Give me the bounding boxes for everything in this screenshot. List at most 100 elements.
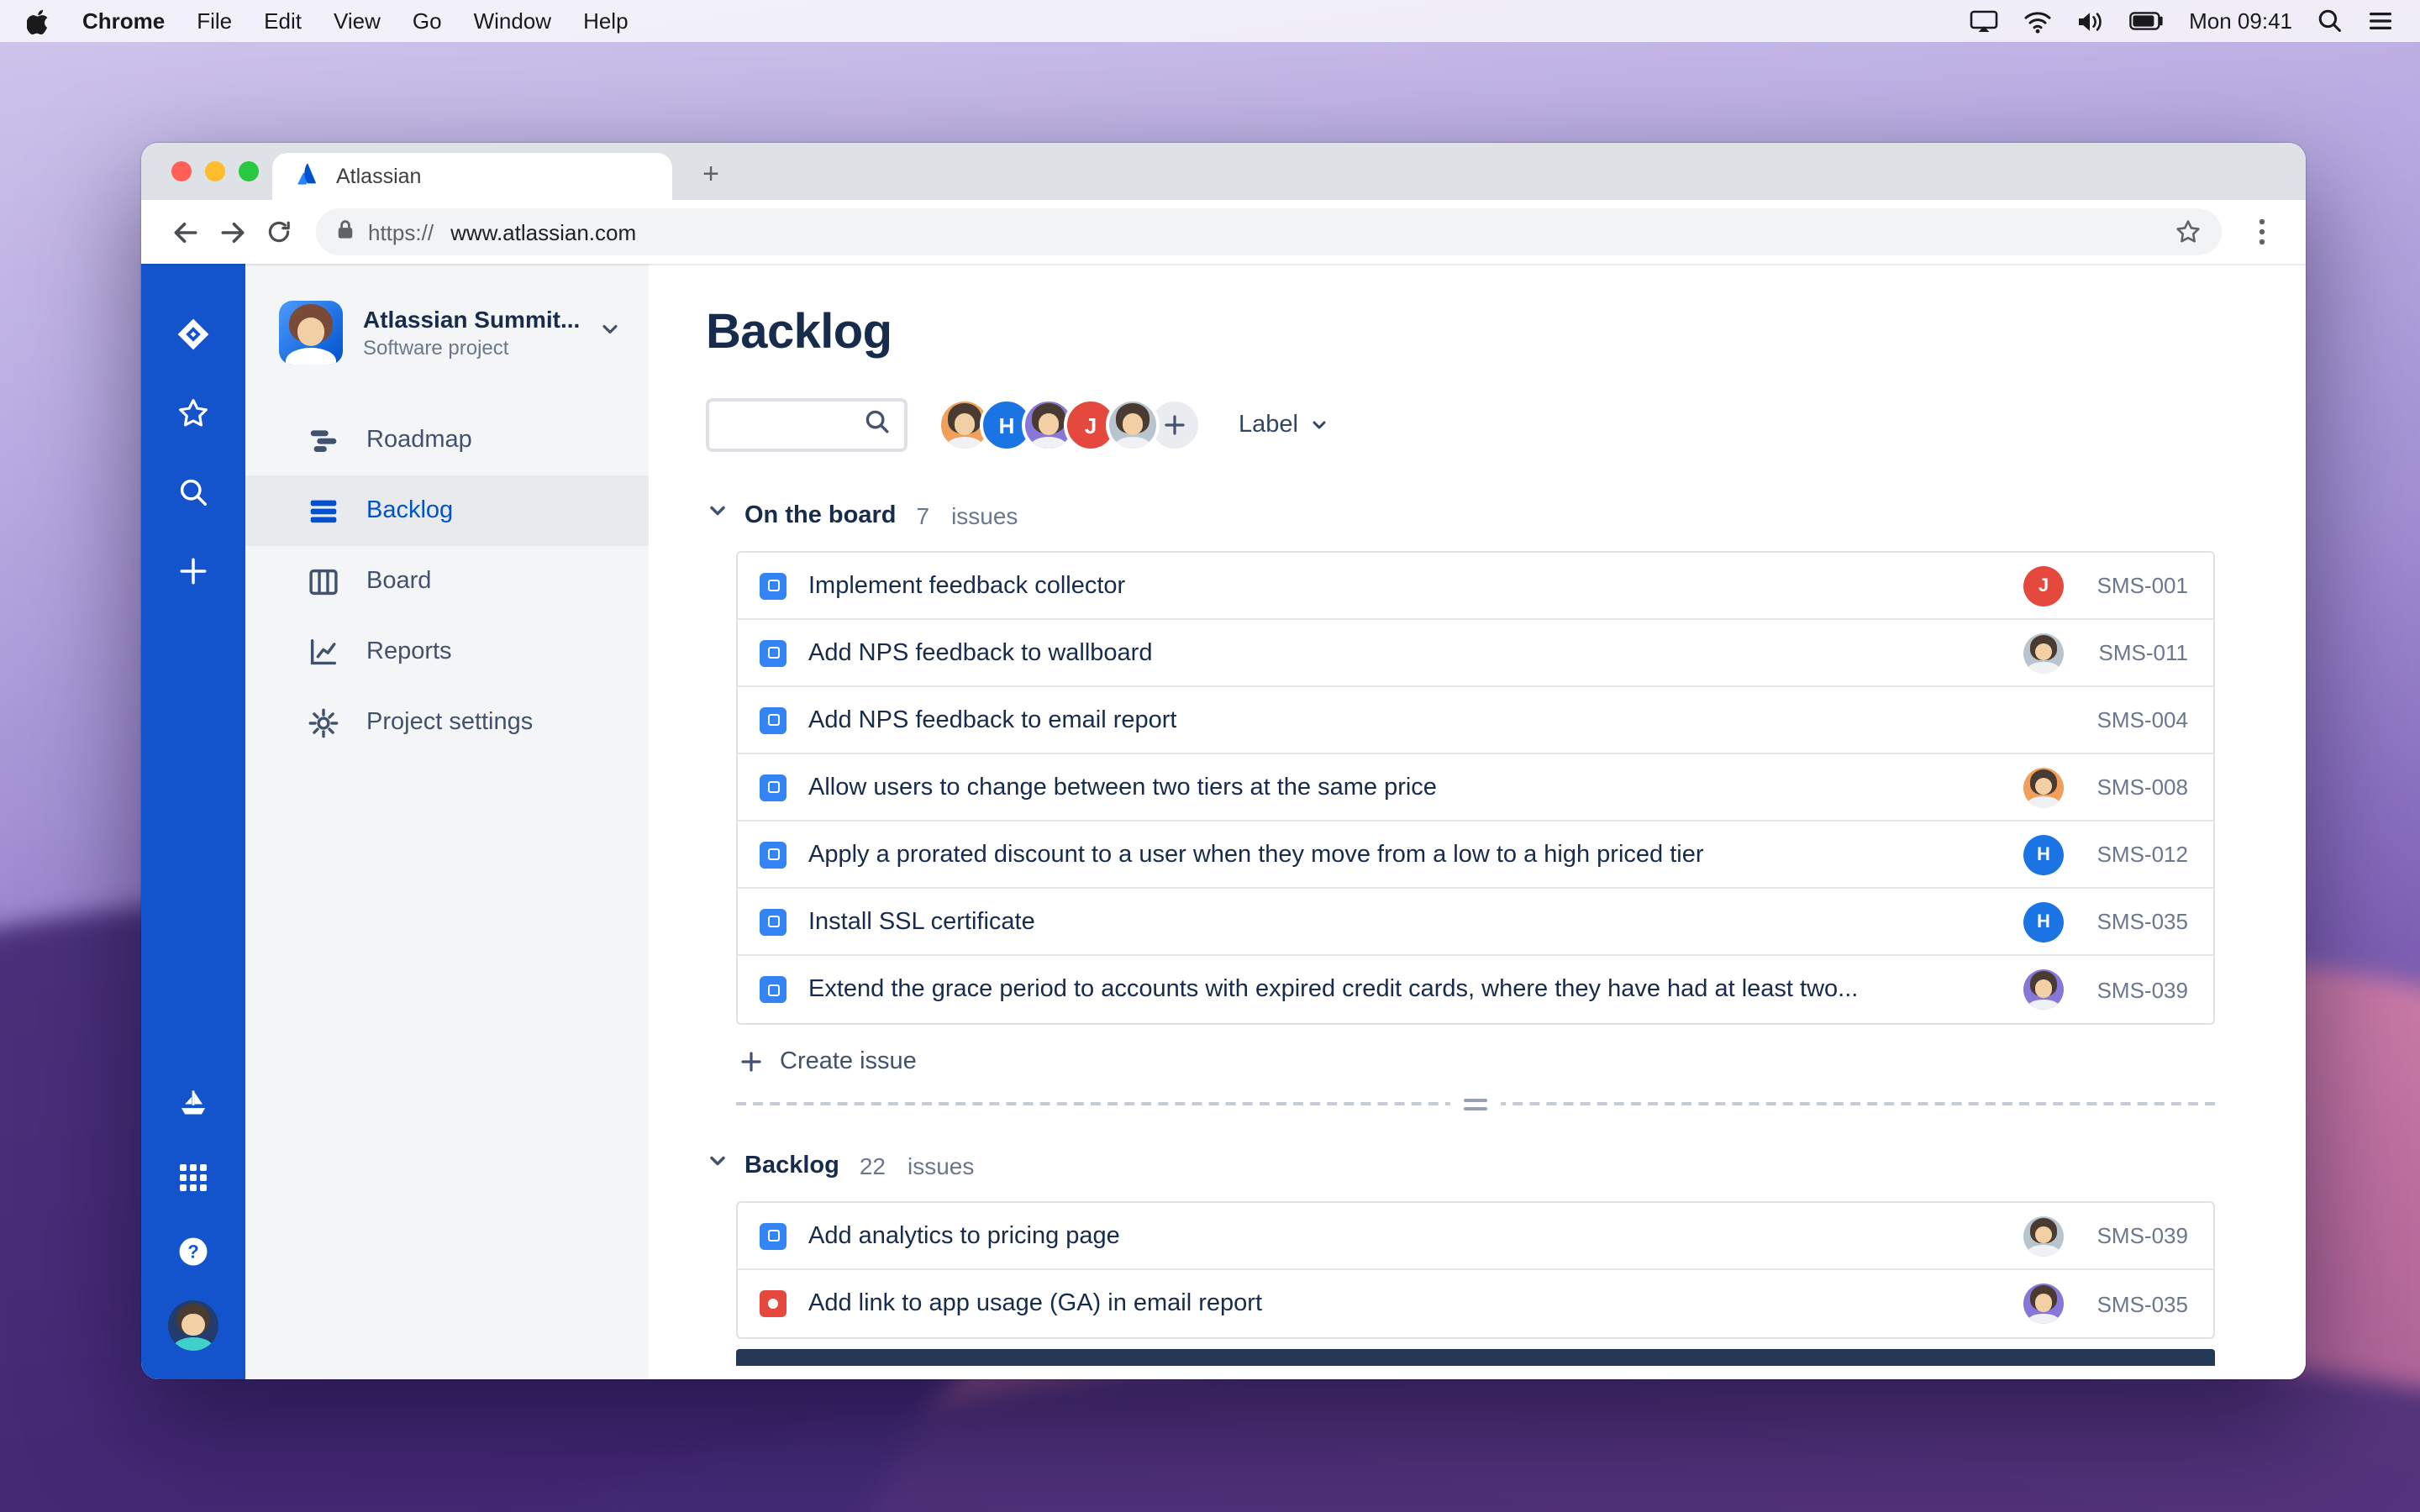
search-icon[interactable] [166, 465, 220, 519]
section-issue-unit: issues [908, 1152, 975, 1179]
minimize-window-button[interactable] [205, 161, 225, 181]
forward-button[interactable] [208, 208, 255, 255]
assignee-avatar[interactable]: H [2023, 901, 2064, 942]
create-issue-label: Create issue [780, 1048, 917, 1075]
apple-menu-icon[interactable] [27, 8, 50, 34]
menu-window[interactable]: Window [474, 8, 552, 34]
create-icon[interactable] [166, 544, 220, 598]
create-issue-button[interactable]: Create issue [736, 1025, 2215, 1099]
volume-icon[interactable] [2076, 9, 2103, 33]
backlog-list: Add analytics to pricing page SMS-039 Ad… [736, 1201, 2215, 1339]
label-filter-dropdown[interactable]: Label [1239, 412, 1330, 438]
sidebar-item-board[interactable]: Board [245, 546, 649, 617]
assignee-avatar[interactable] [2023, 1215, 2064, 1256]
menu-view[interactable]: View [334, 8, 381, 34]
browser-toolbar: https:// www.atlassian.com [141, 200, 2306, 264]
issue-row[interactable]: Install SSL certificate H SMS-035 [738, 889, 2213, 956]
sidebar-item-project-settings[interactable]: Project settings [245, 687, 649, 758]
ship-icon[interactable] [166, 1077, 220, 1131]
sidebar-item-label: Project settings [366, 709, 534, 736]
divider-grip-icon[interactable] [1450, 1092, 1501, 1116]
starred-icon[interactable] [166, 386, 220, 440]
url-scheme: https:// [368, 219, 434, 244]
address-bar[interactable]: https:// www.atlassian.com [316, 208, 2222, 255]
profile-avatar[interactable] [166, 1299, 220, 1352]
sidebar-item-reports[interactable]: Reports [245, 617, 649, 687]
help-icon[interactable]: ? [166, 1225, 220, 1278]
collapse-chevron-icon[interactable] [706, 1149, 729, 1181]
story-icon [760, 774, 786, 801]
zoom-window-button[interactable] [239, 161, 259, 181]
issue-key: SMS-001 [2096, 573, 2188, 598]
issue-key: SMS-035 [2096, 1291, 2188, 1316]
browser-tab[interactable]: Atlassian [272, 153, 672, 200]
chevron-down-icon[interactable] [598, 317, 622, 349]
issue-title: Extend the grace period to accounts with… [808, 976, 1859, 1003]
issue-row[interactable]: Add NPS feedback to wallboard SMS-011 [738, 620, 2213, 687]
battery-icon[interactable] [2128, 12, 2164, 30]
issue-row[interactable]: Add link to app usage (GA) in email repo… [738, 1270, 2213, 1337]
issue-row[interactable]: Apply a prorated discount to a user when… [738, 822, 2213, 889]
wifi-icon[interactable] [2023, 9, 2051, 33]
issue-title: Add NPS feedback to wallboard [808, 639, 1153, 666]
assignee-avatar[interactable] [2023, 767, 2064, 807]
menu-go[interactable]: Go [413, 8, 442, 34]
issue-title: Add link to app usage (GA) in email repo… [808, 1290, 1262, 1317]
menu-bar: Chrome File Edit View Go Window Help Mon… [0, 0, 2420, 42]
app-switcher-icon[interactable] [166, 1151, 220, 1205]
member-avatar[interactable] [1106, 398, 1160, 452]
story-icon [760, 841, 786, 868]
search-icon [864, 407, 891, 443]
back-button[interactable] [161, 208, 208, 255]
story-icon [760, 1222, 786, 1249]
menu-edit[interactable]: Edit [264, 8, 302, 34]
issue-row[interactable]: Allow users to change between two tiers … [738, 754, 2213, 822]
sidebar-item-label: Reports [366, 638, 452, 665]
sidebar-item-backlog[interactable]: Backlog [245, 475, 649, 546]
project-type: Software project [363, 336, 509, 360]
menu-help[interactable]: Help [583, 8, 629, 34]
menu-file[interactable]: File [197, 8, 232, 34]
label-filter-text: Label [1239, 412, 1298, 438]
spotlight-icon[interactable] [2317, 8, 2343, 34]
screen-mirroring-icon[interactable] [1969, 8, 1997, 34]
story-icon [760, 908, 786, 935]
tab-title: Atlassian [336, 165, 422, 188]
sidebar-item-label: Backlog [366, 497, 454, 524]
reload-button[interactable] [255, 208, 302, 255]
bookmark-star-icon[interactable] [2175, 218, 2202, 245]
assignee-avatar[interactable] [2023, 1284, 2064, 1324]
section-name: Backlog [744, 1152, 839, 1179]
assignee-avatar[interactable]: H [2023, 834, 2064, 874]
menu-clock[interactable]: Mon 09:41 [2189, 8, 2292, 34]
sidebar-item-roadmap[interactable]: Roadmap [245, 405, 649, 475]
sidebar-nav: Roadmap Backlog Board Reports Project se… [245, 405, 649, 758]
settings-gear-icon [308, 707, 339, 738]
tab-strip[interactable]: Atlassian + [141, 143, 2306, 200]
story-icon [760, 572, 786, 599]
board-search[interactable] [706, 398, 908, 452]
collapse-chevron-icon[interactable] [706, 499, 729, 531]
control-center-icon[interactable] [2368, 10, 2393, 32]
story-icon [760, 706, 786, 733]
issue-row[interactable]: Add NPS feedback to email report SMS-004 [738, 687, 2213, 754]
issue-row[interactable]: Extend the grace period to accounts with… [738, 956, 2213, 1023]
section-issue-count: 22 [859, 1152, 886, 1179]
chevron-down-icon [1313, 421, 1327, 429]
browser-menu-icon[interactable] [2238, 208, 2286, 255]
close-window-button[interactable] [171, 161, 192, 181]
board-search-input[interactable] [723, 412, 854, 438]
issue-row[interactable]: Add analytics to pricing page SMS-039 [738, 1203, 2213, 1270]
issue-key: SMS-039 [2096, 1223, 2188, 1248]
assignee-avatar[interactable] [2023, 633, 2064, 673]
sprint-divider[interactable] [736, 1092, 2215, 1116]
assignee-avatar[interactable] [2023, 969, 2064, 1010]
menu-app-name[interactable]: Chrome [82, 8, 165, 34]
new-tab-button[interactable]: + [689, 153, 733, 197]
reports-icon [310, 638, 337, 664]
issue-row[interactable]: Implement feedback collector J SMS-001 [738, 553, 2213, 620]
jira-logo-icon[interactable] [166, 307, 220, 361]
assignee-avatar[interactable]: J [2023, 565, 2064, 606]
project-switcher[interactable]: Atlassian Summit... Software project [279, 301, 622, 365]
project-sidebar: Atlassian Summit... Software project Roa… [245, 264, 649, 1379]
